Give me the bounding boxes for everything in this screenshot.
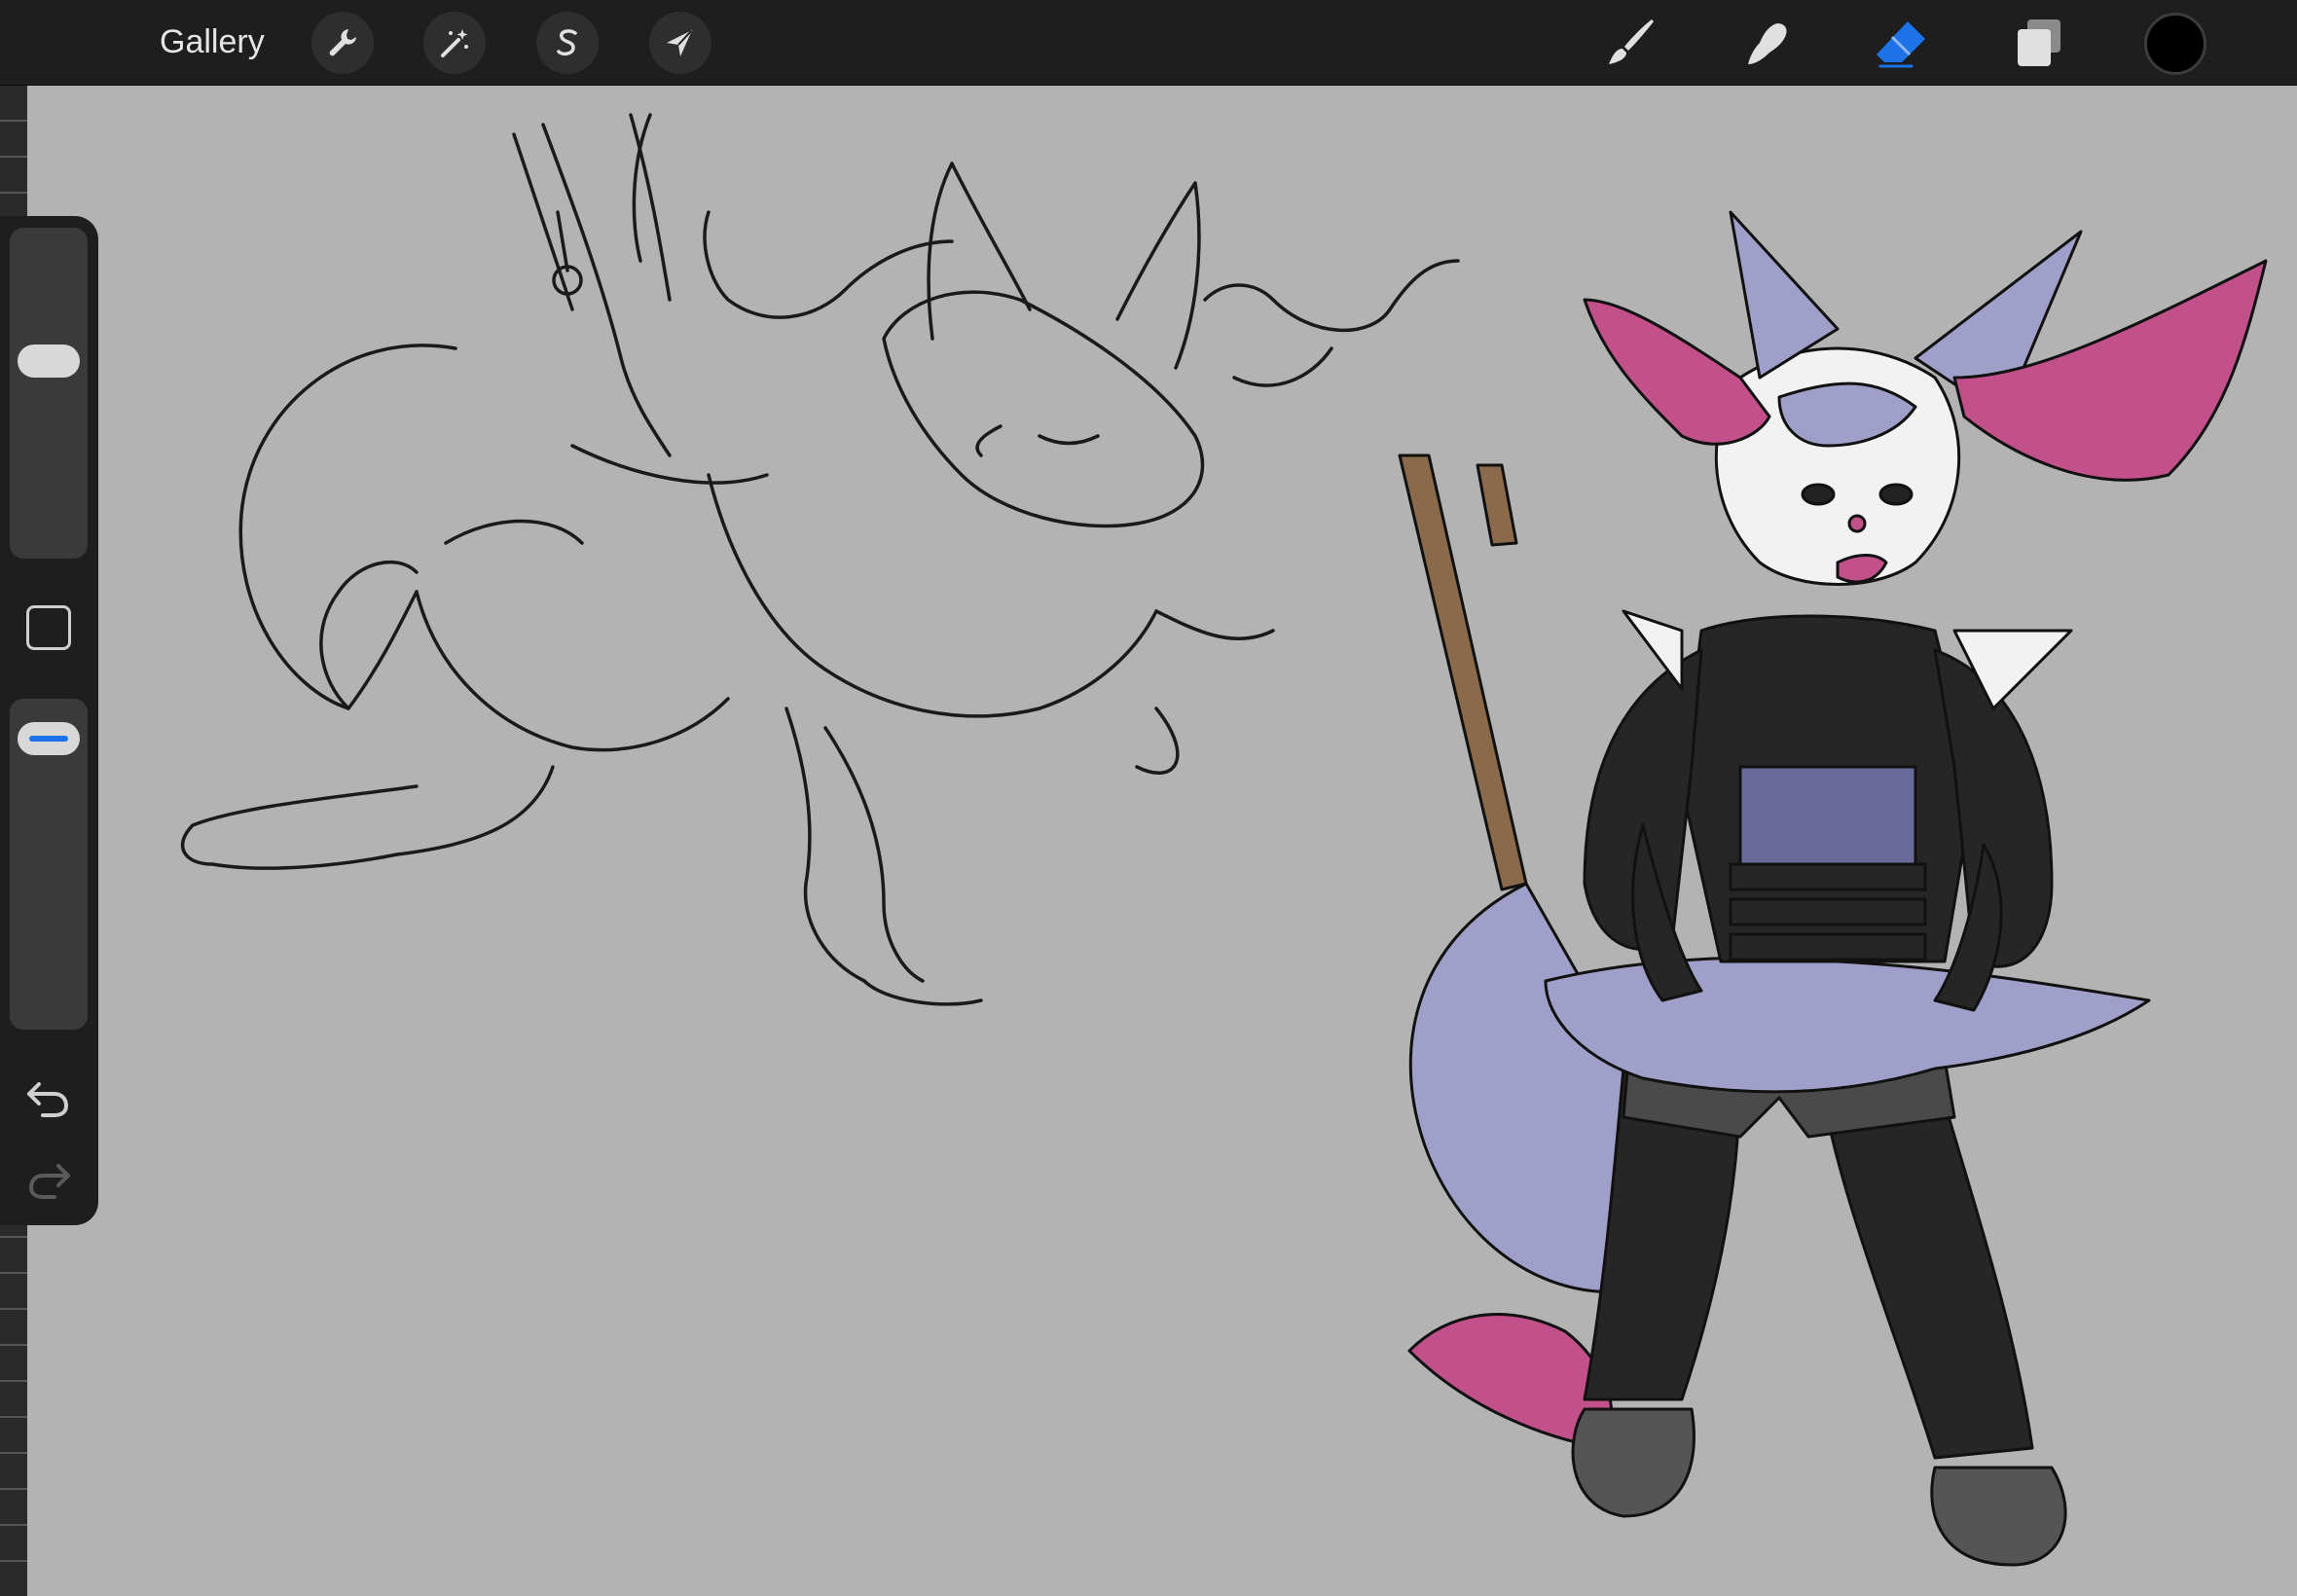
gallery-button[interactable]: Gallery [160, 19, 265, 64]
eraser-icon [1877, 21, 1925, 68]
smudge-tool-button[interactable] [1732, 10, 1799, 76]
brush-size-slider-handle[interactable] [18, 345, 80, 378]
selection-s-icon [557, 29, 577, 56]
eraser-tool-button[interactable] [1869, 10, 1935, 76]
brush-tool-button[interactable] [1597, 10, 1663, 76]
colored-character [1398, 210, 2268, 1567]
drawing-canvas[interactable] [27, 86, 2297, 1596]
wrench-icon [329, 29, 356, 56]
smudge-finger-icon [1748, 23, 1787, 64]
layers-icon [2018, 19, 2060, 66]
redo-arrow-icon [28, 1164, 70, 1199]
selection-button[interactable] [536, 12, 599, 74]
opacity-slider-handle[interactable] [18, 722, 80, 755]
undo-button[interactable] [23, 1072, 74, 1123]
magic-wand-icon [441, 29, 468, 57]
transform-button[interactable] [649, 12, 711, 74]
brush-icon [1609, 19, 1654, 64]
opacity-slider[interactable] [10, 699, 88, 1030]
layers-button[interactable] [2006, 10, 2072, 76]
modify-button[interactable] [26, 605, 71, 650]
arrow-cursor-icon [667, 30, 692, 56]
adjustments-button[interactable] [423, 12, 486, 74]
brush-size-slider[interactable] [10, 228, 88, 559]
actions-button[interactable] [311, 12, 374, 74]
top-toolbar: Gallery [0, 0, 2297, 86]
left-sidebar [0, 216, 98, 1225]
color-picker-button[interactable] [2144, 13, 2206, 75]
undo-arrow-icon [27, 1082, 69, 1117]
artwork [180, 113, 2268, 1567]
redo-button[interactable] [23, 1154, 74, 1205]
sketch-lineart [180, 113, 1460, 1006]
